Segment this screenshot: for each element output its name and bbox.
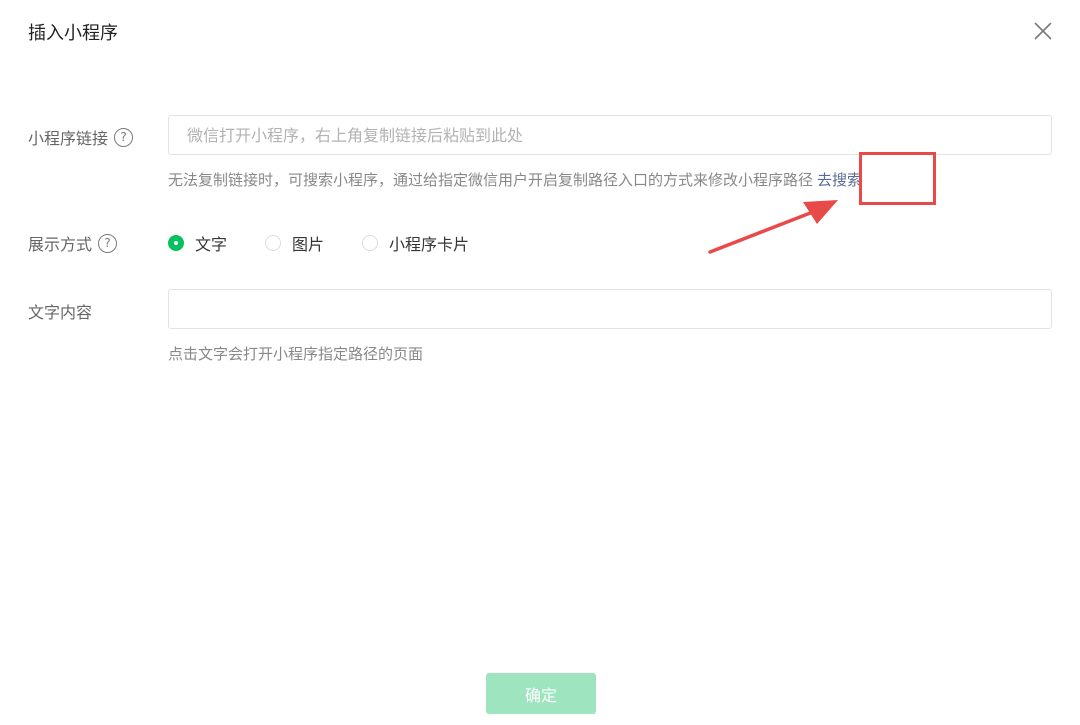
annotation-highlight-box — [859, 152, 936, 205]
radio-unchecked-icon[interactable] — [362, 235, 379, 251]
display-mode-label: 展示方式 — [28, 235, 93, 254]
text-content-hint: 点击文字会打开小程序指定路径的页面 — [168, 345, 424, 363]
radio-option-label: 图片 — [292, 235, 325, 254]
dialog-title: 插入小程序 — [28, 23, 118, 44]
mini-program-link-input[interactable] — [168, 115, 1052, 155]
radio-checked-icon[interactable] — [168, 235, 184, 251]
text-content-input[interactable] — [168, 289, 1052, 329]
text-content-label: 文字内容 — [28, 303, 93, 322]
close-icon[interactable] — [1031, 19, 1055, 43]
question-circle-icon[interactable]: ? — [114, 127, 134, 147]
display-mode-radio-group: 文字 图片 小程序卡片 — [168, 231, 507, 255]
link-hint-row: 无法复制链接时，可搜索小程序，通过给指定微信用户开启复制路径入口的方式来修改小程… — [168, 169, 862, 190]
radio-option-label: 文字 — [195, 235, 228, 254]
radio-option-label: 小程序卡片 — [389, 235, 470, 254]
annotation-arrow-icon — [708, 200, 838, 254]
text-content-label-row: 文字内容 — [28, 299, 92, 323]
radio-option-image[interactable]: 图片 — [265, 231, 324, 255]
question-circle-icon[interactable]: ? — [98, 233, 118, 253]
confirm-button[interactable]: 确定 — [486, 673, 596, 714]
radio-option-text[interactable]: 文字 — [168, 231, 227, 255]
search-link[interactable]: 去搜索 — [817, 171, 862, 189]
link-hint-text: 无法复制链接时，可搜索小程序，通过给指定微信用户开启复制路径入口的方式来修改小程… — [168, 171, 814, 189]
link-field-label-row: 小程序链接 ? — [28, 125, 134, 149]
display-mode-label-row: 展示方式 ? — [28, 231, 118, 255]
radio-option-card[interactable]: 小程序卡片 — [362, 231, 469, 255]
link-field-label: 小程序链接 — [28, 129, 109, 148]
radio-unchecked-icon[interactable] — [265, 235, 282, 251]
